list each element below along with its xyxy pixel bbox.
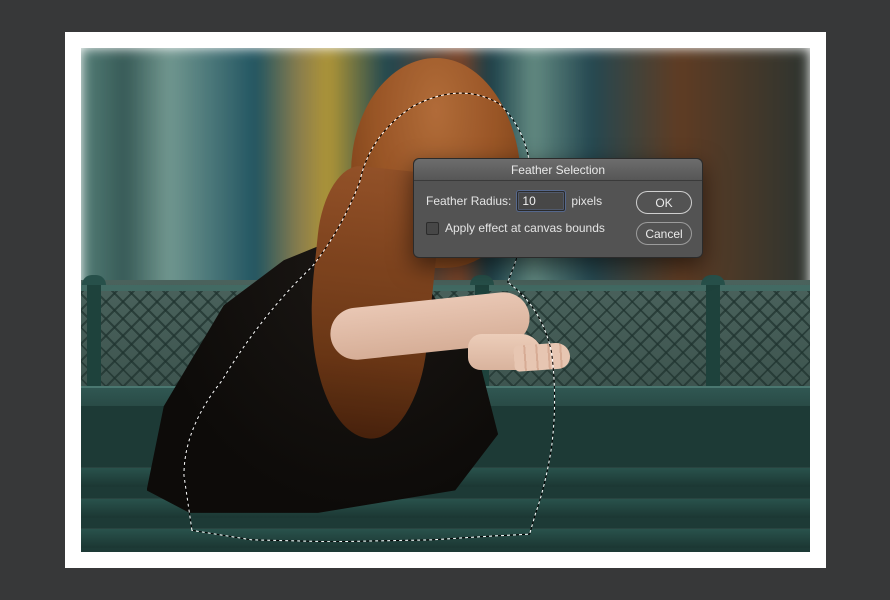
feather-radius-unit: pixels	[571, 194, 602, 208]
dialog-form: Feather Radius: pixels Apply effect at c…	[426, 191, 628, 245]
feather-selection-dialog: Feather Selection Feather Radius: pixels…	[413, 158, 703, 258]
dialog-body: Feather Radius: pixels Apply effect at c…	[414, 181, 702, 257]
image-canvas[interactable]	[81, 48, 810, 552]
feather-radius-input[interactable]	[517, 191, 565, 211]
dialog-title[interactable]: Feather Selection	[414, 159, 702, 181]
dialog-buttons: OK Cancel	[628, 191, 692, 245]
feather-radius-row: Feather Radius: pixels	[426, 191, 628, 211]
apply-bounds-checkbox[interactable]	[426, 222, 439, 235]
feather-radius-label: Feather Radius:	[426, 194, 511, 208]
cancel-button[interactable]: Cancel	[636, 222, 692, 245]
ok-button[interactable]: OK	[636, 191, 692, 214]
apply-bounds-row[interactable]: Apply effect at canvas bounds	[426, 221, 628, 235]
apply-bounds-label: Apply effect at canvas bounds	[445, 221, 605, 235]
document-frame	[65, 32, 826, 568]
selection-outline	[132, 68, 671, 542]
